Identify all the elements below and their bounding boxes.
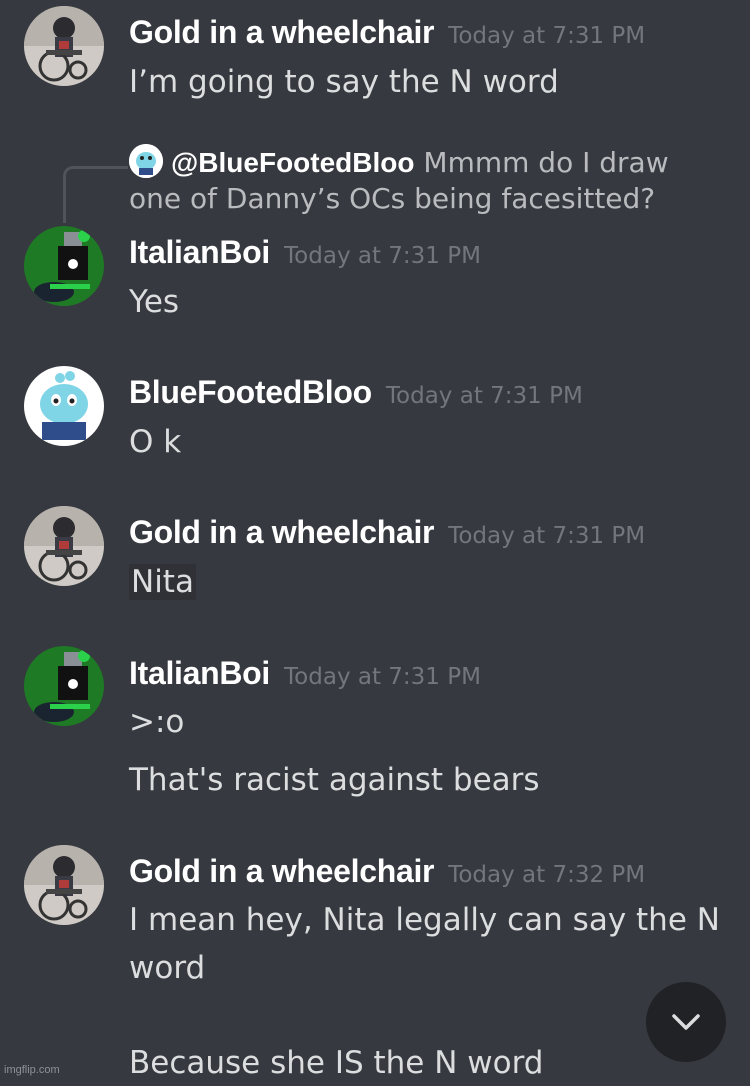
avatar[interactable] bbox=[24, 226, 104, 306]
message-text: word bbox=[129, 950, 206, 986]
reply-preview[interactable]: @BlueFootedBloo Mmmm do I draw one of Da… bbox=[129, 144, 729, 217]
message-text: Because she IS the N word bbox=[129, 1045, 544, 1081]
message-header: ItalianBoi Today at 7:31 PM bbox=[129, 655, 481, 692]
reply-connector-line bbox=[63, 166, 128, 223]
message-text: Nita bbox=[129, 559, 196, 605]
timestamp[interactable]: Today at 7:31 PM bbox=[448, 23, 645, 49]
jump-to-present-button[interactable] bbox=[646, 982, 726, 1062]
avatar[interactable] bbox=[24, 366, 104, 446]
username[interactable]: Gold in a wheelchair bbox=[129, 514, 435, 550]
reply-text: Mmmm do I draw bbox=[423, 146, 669, 179]
watermark: imgflip.com bbox=[4, 1064, 60, 1076]
message-text: >:o bbox=[129, 704, 185, 740]
reply-text-continued: one of Danny’s OCs being facesitted? bbox=[129, 182, 656, 215]
message-text: Yes bbox=[129, 284, 180, 320]
timestamp[interactable]: Today at 7:31 PM bbox=[386, 383, 583, 409]
message-header: Gold in a wheelchair Today at 7:31 PM bbox=[129, 14, 645, 51]
message-text: I mean hey, Nita legally can say the N bbox=[129, 902, 720, 938]
username[interactable]: ItalianBoi bbox=[129, 234, 270, 270]
username[interactable]: BlueFootedBloo bbox=[129, 374, 372, 410]
message-text: I’m going to say the N word bbox=[129, 64, 559, 100]
blue-bird-avatar-icon bbox=[24, 366, 104, 446]
green-character-avatar-icon bbox=[24, 226, 104, 306]
message-header: Gold in a wheelchair Today at 7:31 PM bbox=[129, 514, 645, 551]
message-text: That's racist against bears bbox=[129, 762, 540, 798]
reply-mention[interactable]: @BlueFootedBloo bbox=[171, 147, 415, 178]
avatar[interactable] bbox=[24, 845, 104, 925]
username[interactable]: ItalianBoi bbox=[129, 655, 270, 691]
green-character-avatar-icon bbox=[24, 646, 104, 726]
wheelchair-avatar-icon bbox=[24, 506, 104, 586]
chevron-down-icon bbox=[672, 1014, 700, 1030]
highlighted-text: Nita bbox=[129, 564, 196, 600]
message-header: ItalianBoi Today at 7:31 PM bbox=[129, 234, 481, 271]
timestamp[interactable]: Today at 7:31 PM bbox=[284, 664, 481, 690]
reply-avatar bbox=[129, 144, 163, 178]
username[interactable]: Gold in a wheelchair bbox=[129, 14, 435, 50]
message-text: O k bbox=[129, 424, 182, 460]
avatar[interactable] bbox=[24, 6, 104, 86]
timestamp[interactable]: Today at 7:31 PM bbox=[284, 243, 481, 269]
username[interactable]: Gold in a wheelchair bbox=[129, 853, 435, 889]
wheelchair-avatar-icon bbox=[24, 6, 104, 86]
message-header: Gold in a wheelchair Today at 7:32 PM bbox=[129, 853, 645, 890]
avatar[interactable] bbox=[24, 646, 104, 726]
wheelchair-avatar-icon bbox=[24, 845, 104, 925]
timestamp[interactable]: Today at 7:32 PM bbox=[448, 862, 645, 888]
avatar[interactable] bbox=[24, 506, 104, 586]
message-header: BlueFootedBloo Today at 7:31 PM bbox=[129, 374, 583, 411]
timestamp[interactable]: Today at 7:31 PM bbox=[448, 523, 645, 549]
blue-bird-avatar-icon bbox=[129, 144, 163, 178]
